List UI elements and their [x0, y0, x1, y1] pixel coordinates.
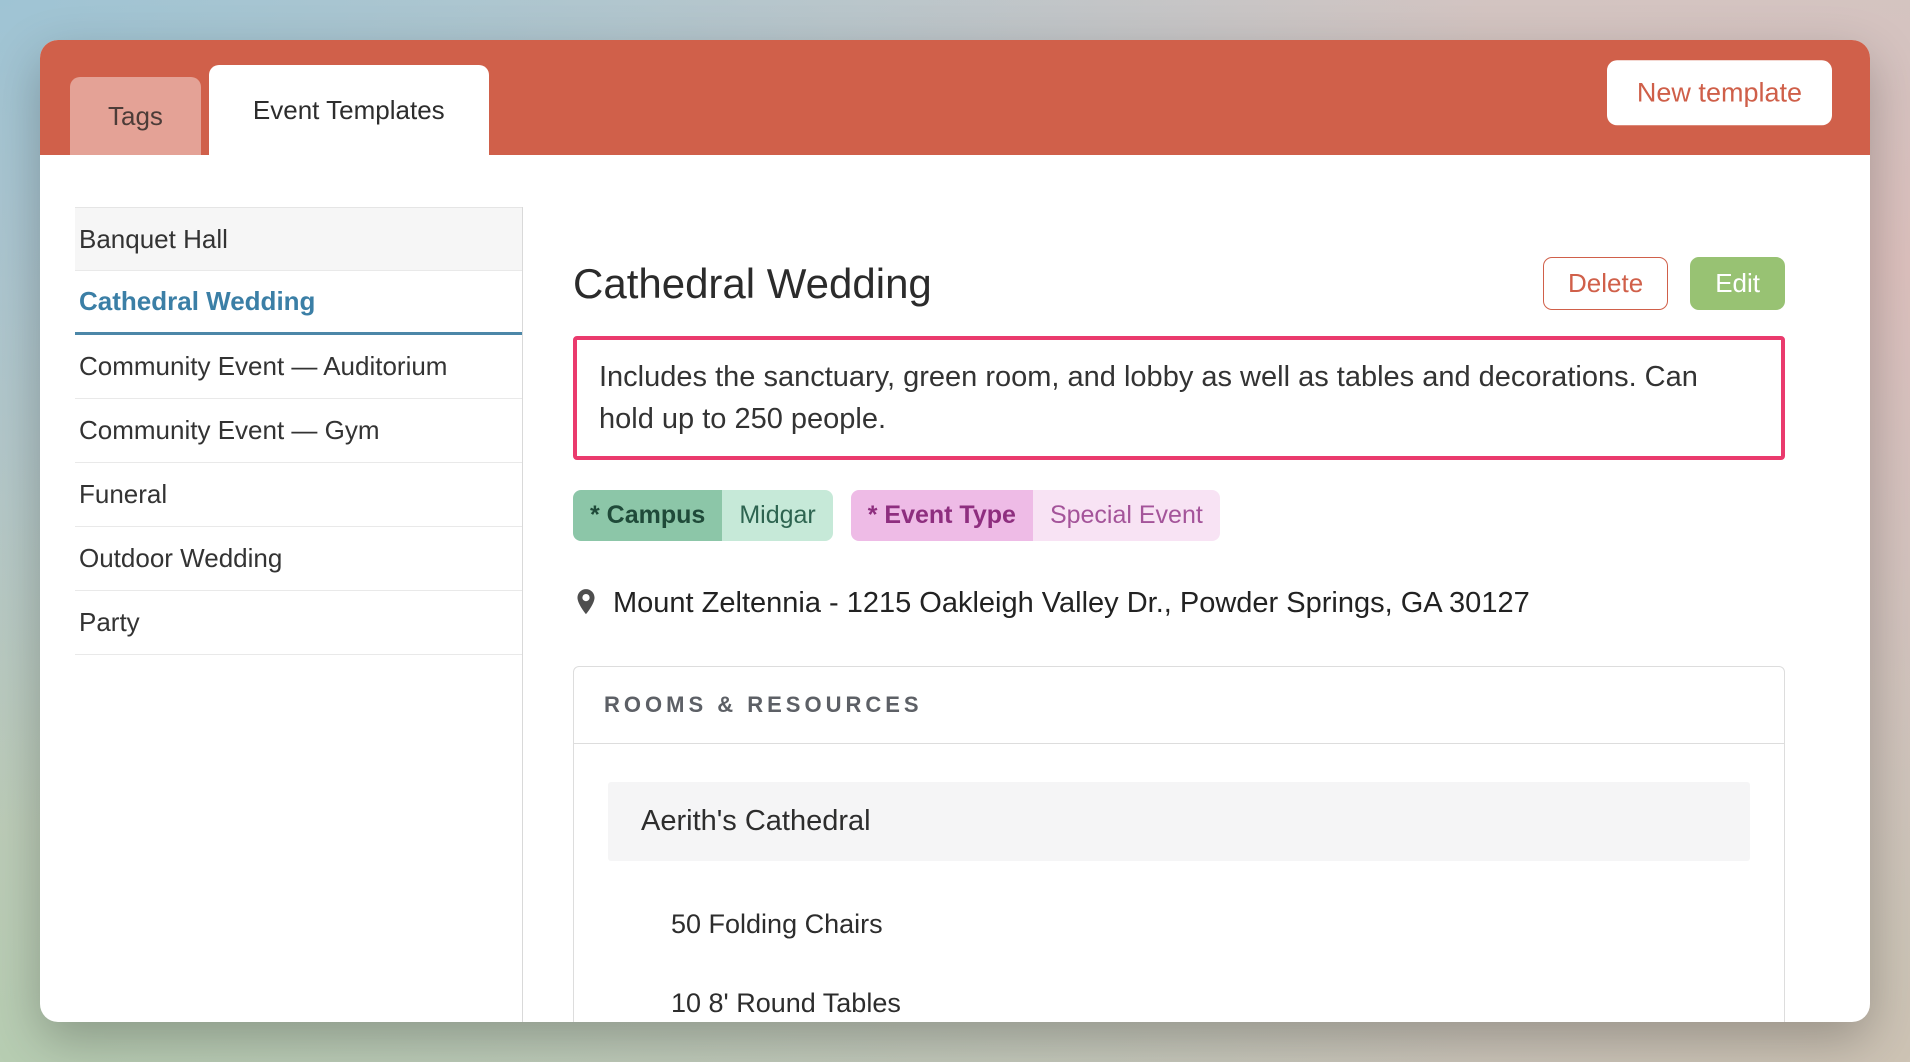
- room-row[interactable]: Aerith's Cathedral: [608, 782, 1750, 861]
- new-template-button[interactable]: New template: [1607, 60, 1832, 125]
- desktop-background: Tags Event Templates New template Banque…: [0, 0, 1910, 1062]
- delete-button[interactable]: Delete: [1543, 257, 1668, 310]
- event-type-tag-value: Special Event: [1033, 490, 1220, 541]
- template-list-sidebar: Banquet Hall Cathedral Wedding Community…: [40, 207, 523, 1022]
- sidebar-item-party[interactable]: Party: [75, 591, 522, 655]
- rooms-resources-header: ROOMS & RESOURCES: [574, 667, 1784, 744]
- resource-item: 50 Folding Chairs: [671, 909, 1750, 940]
- content-area: Banquet Hall Cathedral Wedding Community…: [40, 155, 1870, 1022]
- sidebar-item-community-event-auditorium[interactable]: Community Event — Auditorium: [75, 335, 522, 399]
- sidebar-item-funeral[interactable]: Funeral: [75, 463, 522, 527]
- description-highlight-box: Includes the sanctuary, green room, and …: [573, 336, 1785, 460]
- sidebar-item-cathedral-wedding[interactable]: Cathedral Wedding: [75, 271, 522, 335]
- header-bar: Tags Event Templates New template: [40, 40, 1870, 155]
- edit-button[interactable]: Edit: [1690, 257, 1785, 310]
- campus-tag-badge[interactable]: * Campus Midgar: [573, 490, 833, 541]
- action-buttons: Delete Edit: [1543, 257, 1785, 310]
- title-row: Cathedral Wedding Delete Edit: [573, 257, 1785, 310]
- tab-tags[interactable]: Tags: [70, 77, 201, 155]
- sidebar-item-community-event-gym[interactable]: Community Event — Gym: [75, 399, 522, 463]
- rooms-resources-body: Aerith's Cathedral 50 Folding Chairs 10 …: [574, 744, 1784, 1022]
- sidebar-item-outdoor-wedding[interactable]: Outdoor Wedding: [75, 527, 522, 591]
- description-text: Includes the sanctuary, green room, and …: [599, 356, 1759, 440]
- location-text: Mount Zeltennia - 1215 Oakleigh Valley D…: [613, 587, 1530, 620]
- template-detail: Cathedral Wedding Delete Edit Includes t…: [523, 207, 1870, 1022]
- tag-badges: * Campus Midgar * Event Type Special Eve…: [573, 490, 1785, 541]
- sidebar-item-banquet-hall[interactable]: Banquet Hall: [75, 207, 522, 271]
- location-pin-icon: [573, 588, 599, 620]
- event-type-tag-key: * Event Type: [851, 490, 1033, 541]
- campus-tag-key: * Campus: [573, 490, 722, 541]
- app-window: Tags Event Templates New template Banque…: [40, 40, 1870, 1022]
- tab-event-templates[interactable]: Event Templates: [209, 65, 489, 155]
- resource-item: 10 8' Round Tables: [671, 988, 1750, 1019]
- location-row: Mount Zeltennia - 1215 Oakleigh Valley D…: [573, 587, 1785, 620]
- rooms-resources-section: ROOMS & RESOURCES Aerith's Cathedral 50 …: [573, 666, 1785, 1022]
- tab-bar: Tags Event Templates: [70, 40, 489, 155]
- campus-tag-value: Midgar: [722, 490, 832, 541]
- event-type-tag-badge[interactable]: * Event Type Special Event: [851, 490, 1220, 541]
- page-title: Cathedral Wedding: [573, 260, 932, 308]
